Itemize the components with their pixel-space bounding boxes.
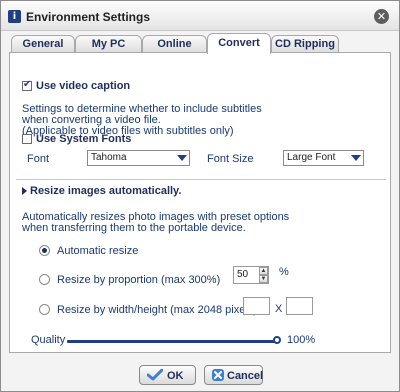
font-size-select-value: Large Font: [287, 152, 336, 163]
radio-resize-by-dimensions[interactable]: [39, 304, 50, 315]
font-size-label: Font Size: [207, 153, 254, 165]
use-system-fonts-checkbox[interactable]: [22, 134, 32, 144]
radio-resize-by-proportion[interactable]: [39, 274, 50, 285]
title-bar: i Environment Settings ✕: [1, 1, 399, 31]
resize-heading[interactable]: Resize images automatically.: [30, 185, 181, 197]
resize-description: when transferring them to the portable d…: [22, 222, 246, 234]
ok-button-label: OK: [167, 370, 184, 382]
radio-automatic-resize[interactable]: [39, 245, 50, 256]
ok-button[interactable]: OK: [139, 365, 196, 385]
expand-triangle-icon[interactable]: [22, 187, 27, 195]
proportion-value: 50: [237, 269, 249, 280]
automatic-resize-label: Automatic resize: [57, 245, 139, 257]
quality-value: 100%: [287, 334, 316, 346]
tab-online[interactable]: Online: [142, 35, 207, 53]
use-video-caption-checkbox[interactable]: [22, 79, 32, 91]
height-input[interactable]: [286, 297, 313, 315]
convert-panel: Use video caption Settings to determine …: [9, 52, 391, 353]
resize-by-dimensions-label: Resize by width/height (max 2048 pixels): [57, 304, 257, 316]
cancel-button[interactable]: Cancel: [204, 365, 263, 385]
tab-general[interactable]: General: [11, 35, 75, 53]
width-input[interactable]: [243, 297, 270, 315]
section-divider: [16, 179, 386, 180]
tab-cd-ripping[interactable]: CD Ripping: [271, 35, 339, 53]
dropdown-arrow-icon[interactable]: [175, 151, 189, 165]
font-size-select[interactable]: Large Font: [283, 150, 364, 166]
tab-bar: General My PC Online Convert CD Ripping: [9, 33, 393, 54]
font-label: Font: [27, 153, 50, 165]
use-system-fonts-label: Use System Fonts: [36, 133, 132, 145]
tab-my-pc[interactable]: My PC: [75, 35, 142, 53]
cancel-x-icon: [212, 369, 224, 381]
spin-up-icon[interactable]: ▲: [259, 267, 268, 275]
checkmark-icon: [147, 369, 163, 381]
proportion-spinner[interactable]: 50 ▲ ▼: [233, 266, 269, 284]
quality-slider-thumb[interactable]: [273, 336, 281, 344]
dropdown-arrow-icon[interactable]: [349, 151, 363, 165]
settings-dialog: i Environment Settings ✕ General My PC O…: [0, 0, 400, 392]
use-video-caption-label: Use video caption: [36, 80, 131, 92]
tab-convert[interactable]: Convert: [207, 33, 271, 54]
spin-down-icon[interactable]: ▼: [259, 275, 268, 283]
quality-slider-track[interactable]: [67, 340, 279, 343]
resize-by-proportion-label: Resize by proportion (max 300%): [57, 274, 221, 286]
close-icon[interactable]: ✕: [374, 9, 389, 24]
percent-label: %: [279, 266, 289, 278]
info-icon: i: [8, 10, 21, 23]
x-label: X: [275, 303, 283, 315]
cancel-button-label: Cancel: [227, 370, 264, 382]
font-select-value: Tahoma: [91, 152, 127, 163]
font-select[interactable]: Tahoma: [87, 150, 190, 166]
dialog-title: Environment Settings: [26, 10, 151, 24]
quality-label: Quality: [31, 334, 66, 346]
